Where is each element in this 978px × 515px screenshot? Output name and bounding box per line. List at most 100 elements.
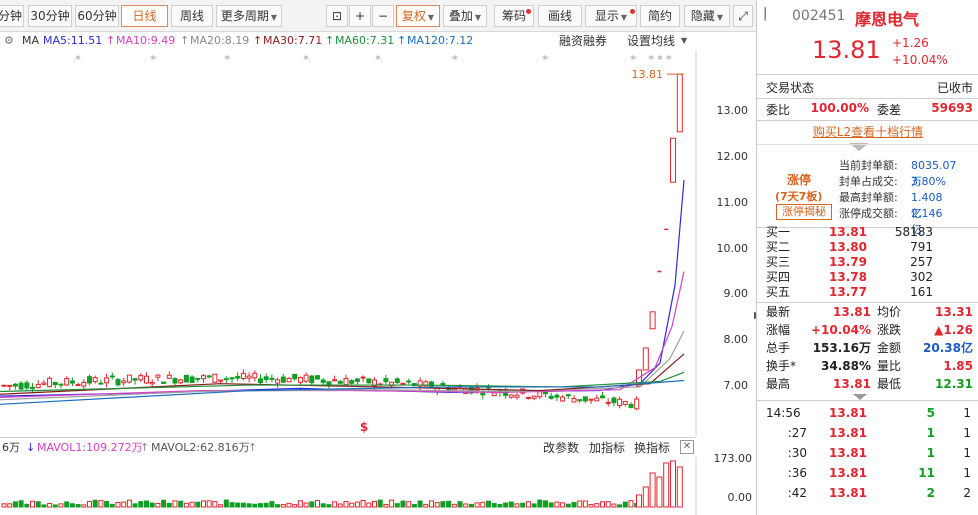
last-price-label: 13.81 <box>632 68 664 81</box>
mavol2-value: MAVOL2:62.816万 <box>151 441 250 454</box>
ma20-value: MA20:8.19 <box>190 34 250 47</box>
ma120-arrow-icon: ↑ <box>397 34 407 47</box>
volume-bar <box>178 500 184 508</box>
simple-mode-button[interactable]: 简约 <box>640 5 680 27</box>
candle-body <box>560 396 566 402</box>
candle-body <box>30 386 35 390</box>
candle-body <box>155 374 161 378</box>
quote-value: +10.04% <box>810 323 871 337</box>
bid-label: 买二 <box>766 240 791 254</box>
candle-body <box>292 373 298 380</box>
candle-body <box>12 383 18 387</box>
trade-status-value: 已收市 <box>936 81 973 95</box>
stock-name: 摩恩电气 <box>855 10 920 29</box>
volume-bar <box>582 500 588 508</box>
margin-trading-link[interactable]: 融资融券 <box>559 32 607 50</box>
volume-bar <box>212 501 218 508</box>
zoom-in-icon[interactable]: + <box>349 5 371 27</box>
ma20-arrow-icon: ↑ <box>180 34 190 47</box>
ma60-arrow-icon: ↑ <box>325 34 335 47</box>
volume-bar <box>451 503 457 508</box>
display-dropdown[interactable]: 显示 ▼ <box>585 5 637 27</box>
volume-bar <box>229 502 235 508</box>
close-icon[interactable]: ✕ <box>680 440 694 454</box>
candle-body <box>320 379 326 383</box>
settings-gear-icon[interactable]: ⚙ <box>4 32 14 50</box>
candle-body <box>611 397 617 404</box>
volume-axis-bottom: 0.00 <box>727 491 753 504</box>
last-price: 13.81 <box>812 36 881 64</box>
volume-bar <box>446 500 452 508</box>
hide-dropdown[interactable]: 隐藏 ▼ <box>684 5 730 27</box>
fullscreen-icon[interactable]: ⤢ <box>733 5 753 27</box>
ma30-arrow-icon: ↑ <box>253 34 263 47</box>
draw-line-button[interactable]: 画线 <box>538 5 582 27</box>
volume-bar <box>394 503 400 508</box>
restore-rights-label: 复权 <box>401 9 426 23</box>
candle-body <box>537 391 543 398</box>
volume-bar <box>69 503 75 508</box>
signal-marker-icon: $ <box>360 420 368 434</box>
event-star-icon: * <box>630 53 636 66</box>
overlay-dropdown[interactable]: 叠加 ▼ <box>443 5 487 27</box>
volume-bar <box>12 501 18 508</box>
period-60min-button[interactable]: 60分钟 <box>75 5 119 27</box>
volume-bar <box>468 503 474 508</box>
period-minute-button[interactable]: 分钟 <box>0 5 24 27</box>
limit-up-streak: (7天7板) <box>775 190 823 203</box>
volume-bar <box>514 503 520 508</box>
limit-up-reveal-button[interactable]: 涨停揭秘 <box>776 204 832 220</box>
candle-body <box>1 384 7 387</box>
quote-value: 153.16万 <box>812 341 871 355</box>
add-indicator-button[interactable]: 加指标 <box>589 438 625 458</box>
back-arrow-icon[interactable]: | <box>763 6 767 21</box>
volume-chart[interactable] <box>0 457 756 515</box>
candle-body <box>309 375 315 384</box>
zoom-out-icon[interactable]: − <box>372 5 394 27</box>
chips-button[interactable]: 筹码 <box>494 5 534 27</box>
volume-bar <box>676 466 683 508</box>
change-params-button[interactable]: 改参数 <box>543 438 579 458</box>
limit-up-stats: 当前封单额: 8035.07万 封单占成交: 3.80% 最高封单额: 1.408亿 … <box>839 158 957 236</box>
restore-rights-dropdown[interactable]: 复权 ▼ <box>396 5 440 27</box>
candle-body <box>166 374 172 379</box>
volume-bar <box>617 504 623 508</box>
volume-bar <box>343 500 349 508</box>
tick-row: :42 13.81 2 2 <box>757 483 978 503</box>
volume-bar <box>132 503 138 508</box>
volume-bar <box>235 502 241 508</box>
tick-row: :30 13.81 1 1 <box>757 443 978 463</box>
candle-body <box>201 375 206 380</box>
volume-bar <box>636 494 642 508</box>
volume-bar <box>166 502 172 508</box>
volume-bar <box>252 503 258 508</box>
lock-icon[interactable]: ⊡ <box>326 5 348 27</box>
candle-body <box>161 381 167 384</box>
ma30-value: MA30:7.71 <box>263 34 323 47</box>
period-daily-button[interactable]: 日线 <box>121 5 168 27</box>
tick-count: 1 <box>963 406 971 420</box>
period-30min-button[interactable]: 30分钟 <box>28 5 72 27</box>
period-weekly-button[interactable]: 周线 <box>171 5 213 27</box>
l2-link[interactable]: 购买L2查看十档行情 <box>757 123 978 141</box>
volume-bar <box>64 501 70 508</box>
volume-bar <box>98 500 104 508</box>
candle-body <box>138 375 144 381</box>
candle-body <box>349 380 355 384</box>
switch-indicator-button[interactable]: 换指标 <box>634 438 670 458</box>
volume-bar <box>354 501 360 508</box>
volume-bar <box>263 502 269 508</box>
volume-bar <box>389 499 395 508</box>
tick-row: :27 13.81 1 1 <box>757 423 978 443</box>
volume-bar <box>35 501 41 508</box>
price-tick-label: 12.00 <box>716 150 749 163</box>
quote-value: 12.31 <box>935 377 973 391</box>
l2-link-text[interactable]: 购买L2查看十档行情 <box>813 125 923 139</box>
kline-chart[interactable]: * * * * * * * * * * *$13.81 <box>0 50 756 436</box>
more-periods-dropdown[interactable]: 更多周期 ▼ <box>216 5 282 27</box>
volume-bar <box>503 502 509 508</box>
seal-ratio-value: 3.80% <box>911 175 946 188</box>
volume-bar <box>594 503 600 508</box>
ma-settings-dropdown[interactable]: 设置均线 <box>627 32 675 50</box>
limit-turnover-label: 涨停成交额: <box>839 207 898 220</box>
